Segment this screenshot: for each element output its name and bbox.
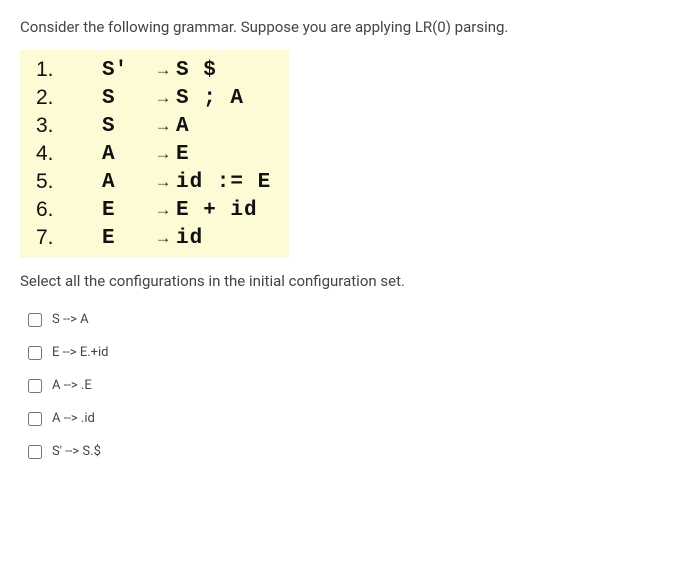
- option-label: S --> A: [52, 312, 89, 327]
- grammar-rule: 6. E → E + id: [30, 196, 271, 224]
- rule-arrow: →: [150, 228, 176, 248]
- option-label: A --> .E: [52, 378, 92, 393]
- rule-lhs: S': [102, 59, 150, 82]
- rule-arrow: →: [150, 88, 176, 108]
- rule-arrow: →: [150, 172, 176, 192]
- option-checkbox[interactable]: [28, 412, 42, 426]
- answer-option[interactable]: A --> .E: [28, 378, 664, 393]
- grammar-rule: 5. A → id := E: [30, 168, 271, 196]
- rule-arrow: →: [150, 60, 176, 80]
- rule-rhs: E: [176, 143, 190, 166]
- option-label: E --> E.+id: [52, 345, 109, 360]
- rule-number: 2.: [30, 86, 102, 110]
- rule-number: 1.: [30, 58, 102, 82]
- option-checkbox[interactable]: [28, 346, 42, 360]
- rule-rhs: id := E: [176, 171, 271, 194]
- rule-arrow: →: [150, 144, 176, 164]
- question-prompt: Consider the following grammar. Suppose …: [20, 18, 664, 36]
- option-checkbox[interactable]: [28, 445, 42, 459]
- rule-lhs: S: [102, 115, 150, 138]
- rule-arrow: →: [150, 200, 176, 220]
- answer-option[interactable]: S --> A: [28, 312, 664, 327]
- rule-number: 6.: [30, 198, 102, 222]
- grammar-rule: 4. A → E: [30, 140, 271, 168]
- answer-option[interactable]: E --> E.+id: [28, 345, 664, 360]
- rule-number: 3.: [30, 114, 102, 138]
- rule-number: 7.: [30, 226, 102, 250]
- grammar-rule: 3. S → A: [30, 112, 271, 140]
- rule-lhs: S: [102, 87, 150, 110]
- grammar-block: 1. S' → S $ 2. S → S ; A 3. S → A 4. A →…: [20, 50, 289, 258]
- rule-rhs: E + id: [176, 199, 258, 222]
- question-subprompt: Select all the configurations in the ini…: [20, 272, 664, 290]
- rule-rhs: id: [176, 227, 203, 250]
- rule-rhs: S ; A: [176, 87, 244, 110]
- rule-rhs: A: [176, 115, 190, 138]
- answer-option[interactable]: A --> .id: [28, 411, 664, 426]
- option-checkbox[interactable]: [28, 379, 42, 393]
- rule-number: 5.: [30, 170, 102, 194]
- answer-options: S --> A E --> E.+id A --> .E A --> .id S…: [28, 312, 664, 459]
- rule-lhs: A: [102, 143, 150, 166]
- option-checkbox[interactable]: [28, 313, 42, 327]
- rule-lhs: E: [102, 199, 150, 222]
- rule-arrow: →: [150, 116, 176, 136]
- rule-lhs: A: [102, 171, 150, 194]
- grammar-rule: 2. S → S ; A: [30, 84, 271, 112]
- rule-lhs: E: [102, 227, 150, 250]
- grammar-rule: 1. S' → S $: [30, 56, 271, 84]
- option-label: A --> .id: [52, 411, 95, 426]
- rule-number: 4.: [30, 142, 102, 166]
- grammar-rule: 7. E → id: [30, 224, 271, 252]
- option-label: S' --> S.$: [52, 444, 101, 459]
- answer-option[interactable]: S' --> S.$: [28, 444, 664, 459]
- rule-rhs: S $: [176, 59, 217, 82]
